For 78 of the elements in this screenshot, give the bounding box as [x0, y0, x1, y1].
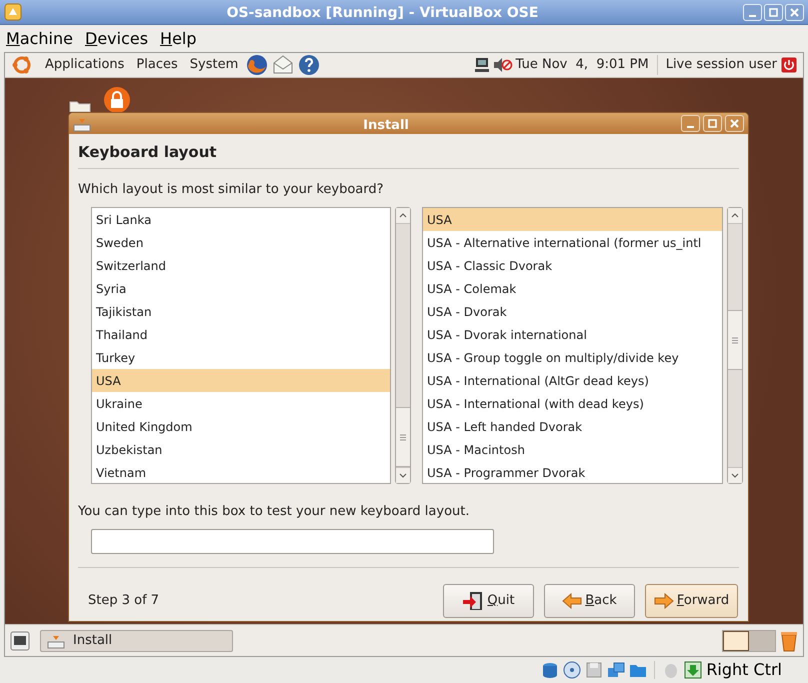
floppy-icon[interactable] — [585, 661, 604, 679]
exit-door-icon — [462, 590, 484, 610]
scrollbar[interactable] — [395, 207, 411, 484]
host-key-label: Right Ctrl — [706, 659, 782, 681]
maximize-icon — [768, 6, 779, 18]
power-icon[interactable] — [781, 57, 797, 73]
minimize-button[interactable] — [743, 4, 762, 20]
workspace-switcher[interactable] — [722, 630, 776, 652]
test-input-field[interactable] — [91, 528, 494, 554]
minimize-icon — [687, 126, 694, 128]
minimize-button[interactable] — [681, 115, 700, 132]
app-icon — [4, 3, 22, 21]
list-item[interactable]: Turkey — [92, 346, 390, 369]
list-item[interactable]: Uzbekistan — [92, 438, 390, 461]
scroll-thumb[interactable] — [728, 310, 742, 370]
disk-icon[interactable] — [541, 661, 560, 679]
list-item[interactable]: United Kingdom — [92, 415, 390, 438]
download-icon[interactable] — [684, 661, 702, 679]
logo-icon[interactable] — [11, 54, 33, 76]
close-button[interactable] — [725, 115, 744, 132]
maximize-button[interactable] — [764, 4, 783, 20]
list-item[interactable]: Switzerland — [92, 254, 390, 277]
maximize-icon — [707, 118, 718, 129]
panel-menu[interactable]: Places — [136, 55, 178, 75]
panel-menu[interactable]: Applications — [45, 55, 124, 75]
envelope-icon[interactable] — [272, 54, 294, 76]
list-item[interactable]: USA - Group toggle on multiply/divide key — [423, 346, 722, 369]
right-arrow-icon — [654, 592, 674, 608]
heading: Keyboard layout — [78, 142, 218, 163]
taskbar-button[interactable]: Install — [40, 630, 233, 652]
close-icon — [729, 118, 740, 129]
cd-icon[interactable] — [563, 661, 582, 679]
list-item[interactable]: USA - Programmer Dvorak — [423, 461, 722, 483]
list-item[interactable]: USA - International (with dead keys) — [423, 392, 722, 415]
muted-speaker-icon[interactable] — [492, 56, 513, 74]
step-label: Step 3 of 7 — [88, 592, 160, 610]
list-item[interactable]: USA — [92, 369, 390, 392]
list-item[interactable]: USA - Macintosh — [423, 438, 722, 461]
browser-icon[interactable] — [246, 54, 268, 76]
list-item[interactable]: Sweden — [92, 231, 390, 254]
list-item[interactable]: Sri Lanka — [92, 208, 390, 231]
help-icon[interactable] — [298, 54, 320, 76]
list-item[interactable]: Tajikistan — [92, 300, 390, 323]
list-item[interactable]: USA - Dvorak international — [423, 323, 722, 346]
clock[interactable]: Tue Nov 4, 9:01 PM — [516, 55, 649, 75]
question-label: Which layout is most similar to your keyboard? — [78, 180, 385, 198]
scrollbar[interactable] — [727, 207, 743, 484]
list-item[interactable]: USA - Alternative international (former us_intl — [423, 231, 722, 254]
list-item[interactable]: USA - International (AltGr dead keys) — [423, 369, 722, 392]
list-item[interactable]: USA - Left handed Dvorak — [423, 415, 722, 438]
menu-item[interactable]: Devices — [84, 26, 148, 50]
list-item[interactable]: USA — [423, 208, 722, 231]
lock-icon[interactable] — [103, 86, 131, 114]
list-item[interactable]: Vietnam — [92, 461, 390, 483]
user-name[interactable]: Live session user — [666, 55, 777, 75]
test-label: You can type into this box to test your new keyboard layout. — [78, 503, 470, 521]
close-icon — [789, 6, 800, 18]
list-item[interactable]: USA - Dvorak — [423, 300, 722, 323]
trash-icon[interactable] — [780, 630, 798, 652]
back-button[interactable]: Back — [544, 584, 635, 618]
close-button[interactable] — [785, 4, 804, 20]
maximize-button[interactable] — [703, 115, 722, 132]
dialog-title: Install — [363, 118, 409, 132]
scroll-thumb[interactable] — [396, 407, 410, 467]
menu-item[interactable]: Help — [160, 26, 197, 50]
list-item[interactable]: USA - Colemak — [423, 277, 722, 300]
list-item[interactable]: Ukraine — [92, 392, 390, 415]
window-title: OS-sandbox [Running] - VirtualBox OSE — [226, 5, 538, 21]
menu-item[interactable]: Machine — [6, 26, 73, 50]
forward-button[interactable]: Forward — [645, 584, 738, 618]
list-item[interactable]: Syria — [92, 277, 390, 300]
panel-menu[interactable]: System — [190, 55, 238, 75]
show-desktop-icon[interactable] — [10, 630, 30, 650]
minimize-icon — [749, 14, 756, 16]
left-arrow-icon — [562, 592, 582, 608]
list-item[interactable]: Thailand — [92, 323, 390, 346]
quit-button[interactable]: Quit — [443, 584, 534, 618]
list-item[interactable]: USA - Classic Dvorak — [423, 254, 722, 277]
